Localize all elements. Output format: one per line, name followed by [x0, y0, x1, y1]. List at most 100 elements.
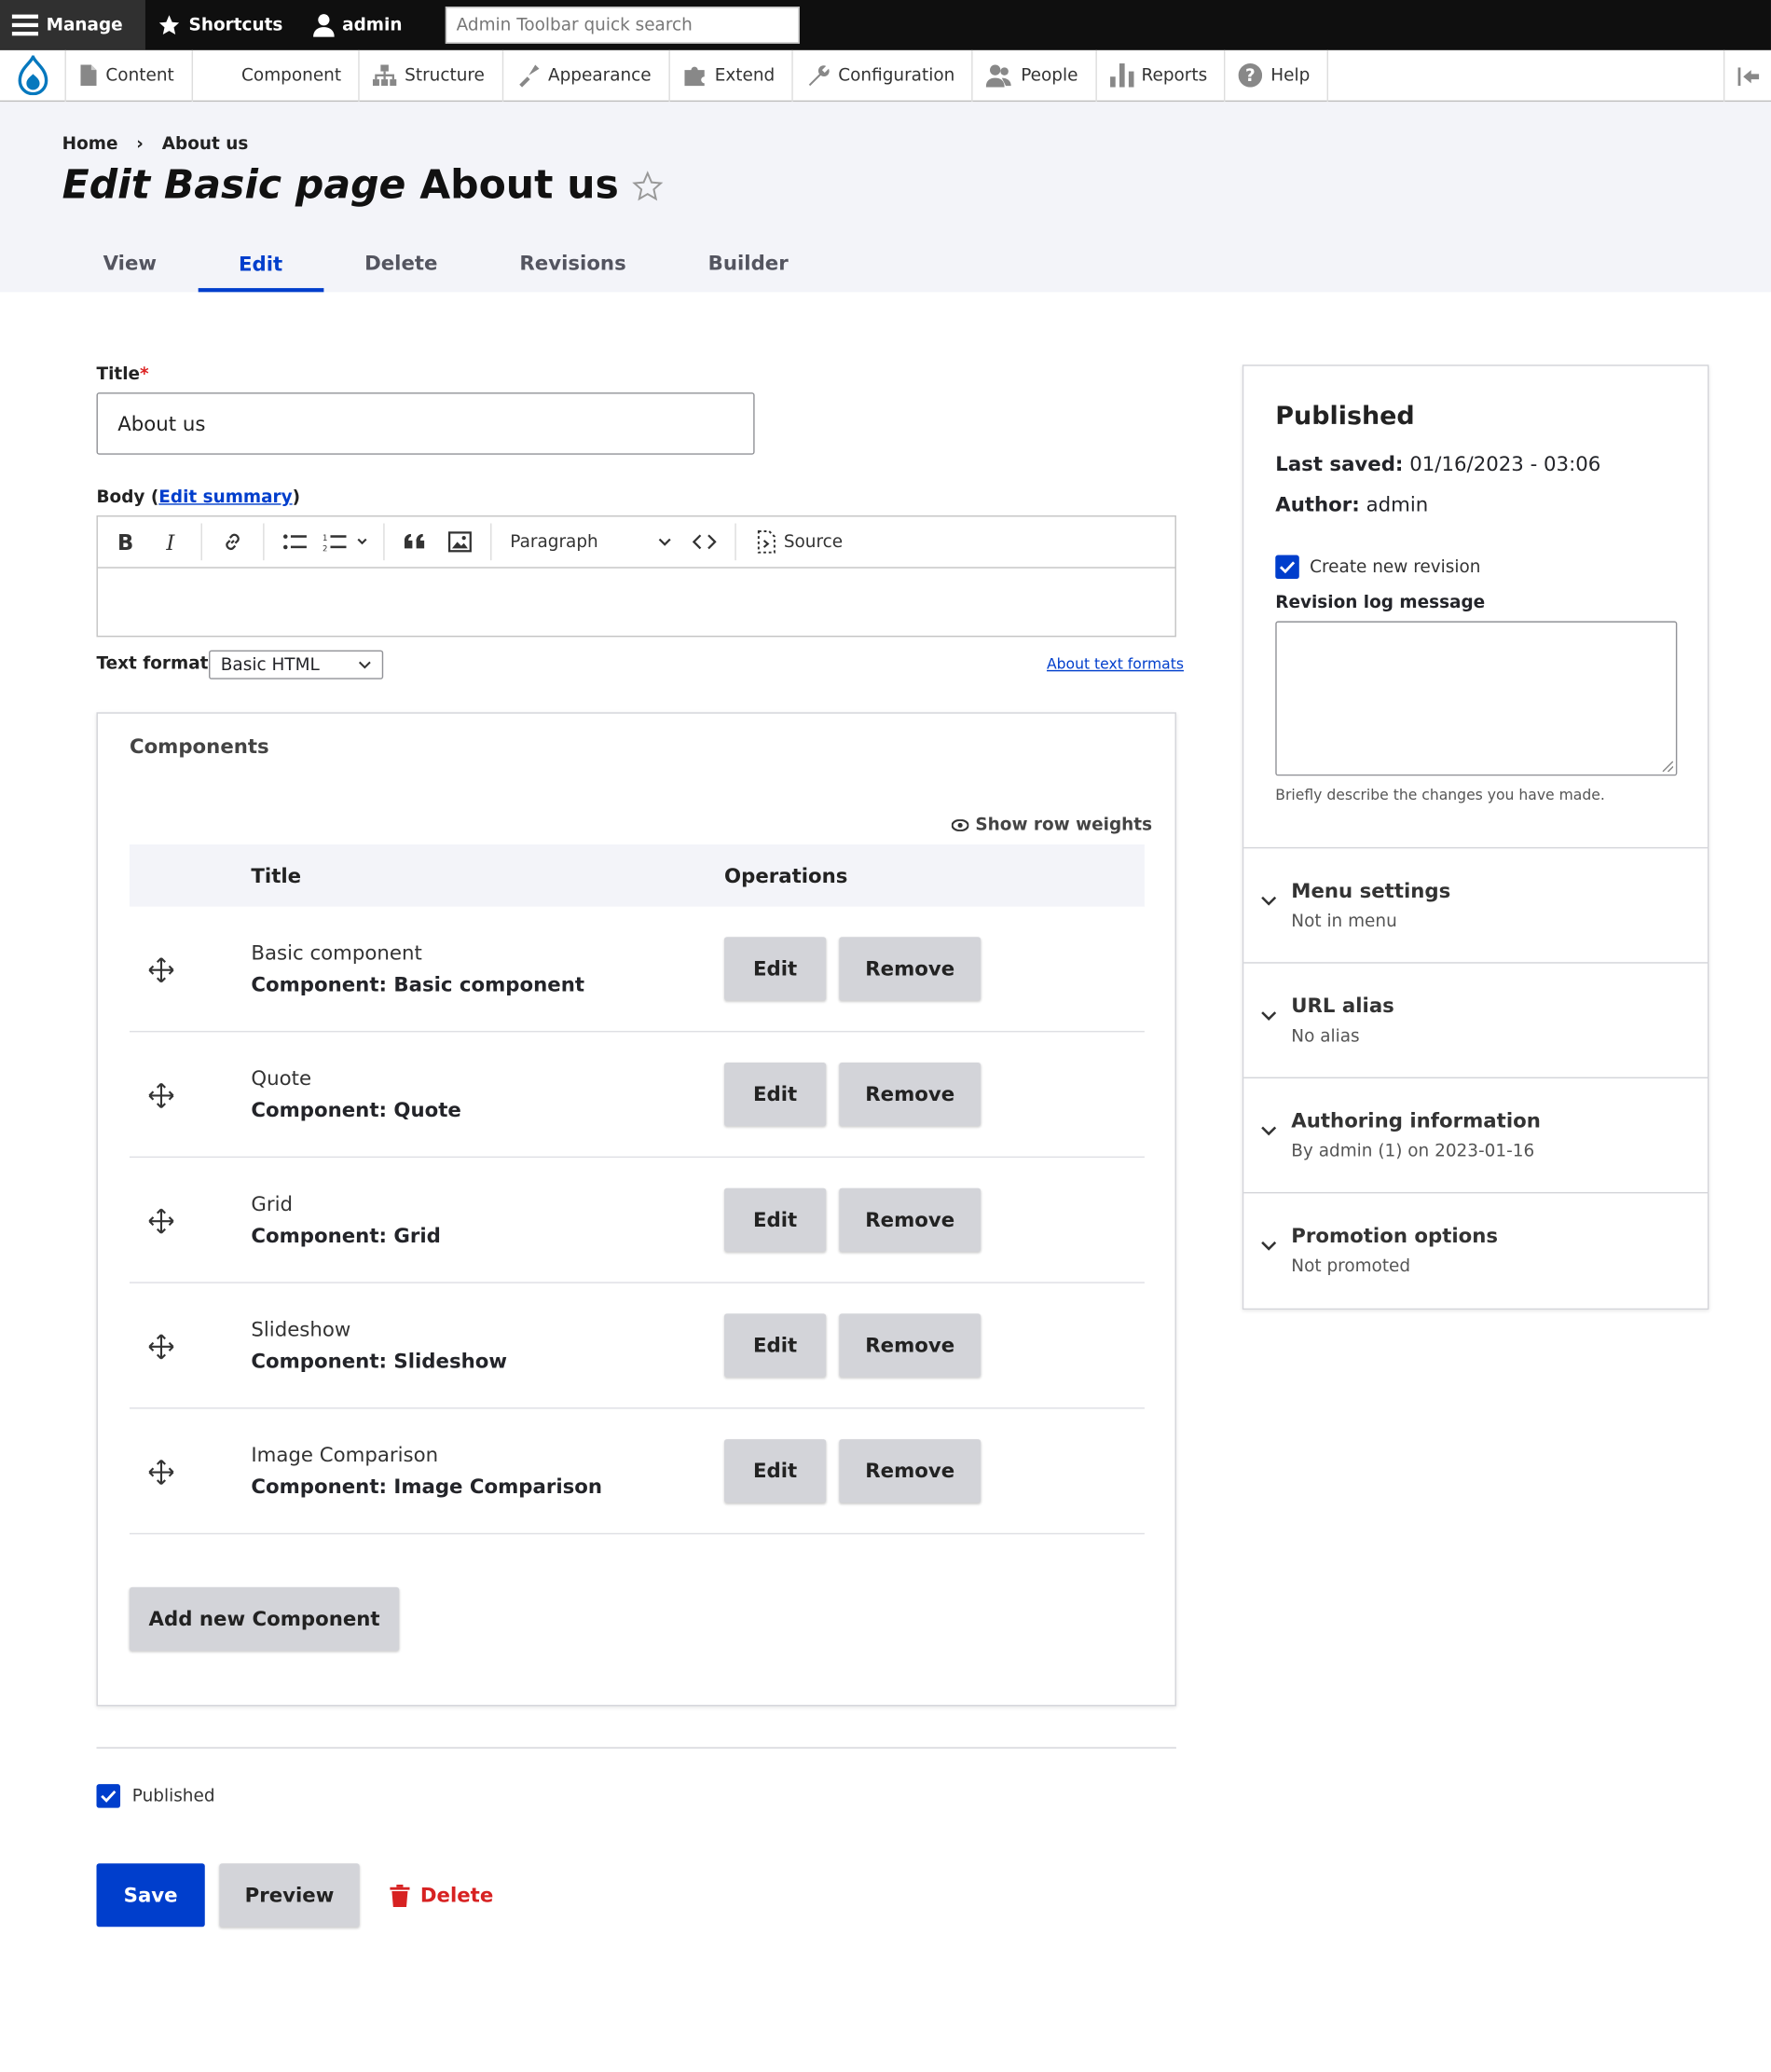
- create-revision-label: Create new revision: [1310, 557, 1481, 578]
- wrench-icon: [806, 63, 831, 88]
- tray-item-reports[interactable]: Reports: [1096, 49, 1227, 102]
- delete-link[interactable]: Delete: [390, 1883, 494, 1908]
- save-button[interactable]: Save: [96, 1863, 205, 1928]
- resize-handle-icon[interactable]: [1662, 761, 1674, 773]
- accordion-summary: By admin (1) on 2023-01-16: [1291, 1142, 1535, 1162]
- title-input[interactable]: About us: [96, 392, 755, 455]
- drupal-logo-icon[interactable]: [0, 49, 66, 102]
- edit-button[interactable]: Edit: [724, 1187, 827, 1252]
- toolbar-separator: [383, 523, 385, 561]
- link-icon[interactable]: [213, 523, 253, 560]
- about-text-formats-link[interactable]: About text formats: [1047, 655, 1184, 672]
- tab-builder[interactable]: Builder: [667, 237, 830, 290]
- tray-item-label: Content: [105, 65, 174, 86]
- edit-summary-link[interactable]: Edit summary: [158, 487, 292, 507]
- accordion-promotion-options[interactable]: Promotion options Not promoted: [1243, 1191, 1708, 1307]
- tray-item-people[interactable]: People: [973, 49, 1097, 102]
- remove-button[interactable]: Remove: [839, 1439, 982, 1503]
- accordion-menu-settings[interactable]: Menu settings Not in menu: [1243, 846, 1708, 962]
- italic-icon[interactable]: I: [151, 523, 191, 560]
- preview-button[interactable]: Preview: [219, 1863, 360, 1928]
- source-button[interactable]: Source: [747, 530, 851, 555]
- row-title: Slideshow: [251, 1317, 351, 1342]
- heading-dropdown-label: Paragraph: [510, 531, 598, 552]
- remove-button[interactable]: Remove: [839, 1187, 982, 1252]
- drag-handle-icon[interactable]: [148, 1459, 174, 1486]
- svg-text:1: 1: [323, 534, 327, 543]
- row-type: Component: Quote: [251, 1098, 461, 1122]
- edit-button[interactable]: Edit: [724, 1313, 827, 1378]
- tray-item-extend[interactable]: Extend: [669, 49, 794, 102]
- manage-button[interactable]: Manage: [0, 0, 145, 50]
- edit-button[interactable]: Edit: [724, 1062, 827, 1127]
- breadcrumb-current[interactable]: About us: [162, 135, 249, 155]
- tray-item-label: People: [1021, 65, 1078, 86]
- row-type: Component: Slideshow: [251, 1349, 508, 1374]
- blockquote-icon[interactable]: [395, 523, 435, 560]
- text-format-select[interactable]: Basic HTML: [209, 650, 384, 679]
- drag-handle-icon[interactable]: [148, 1082, 174, 1108]
- page-title: Edit Basic page About us: [62, 162, 664, 209]
- tab-delete[interactable]: Delete: [323, 237, 478, 290]
- bold-icon[interactable]: B: [105, 523, 145, 560]
- drag-handle-icon[interactable]: [148, 957, 174, 983]
- bulleted-list-icon[interactable]: [275, 523, 315, 560]
- accordion-authoring-information[interactable]: Authoring information By admin (1) on 20…: [1243, 1077, 1708, 1192]
- accordion-url-alias[interactable]: URL alias No alias: [1243, 962, 1708, 1077]
- accordion-title: URL alias: [1291, 994, 1394, 1018]
- admin-toolbar: Manage Shortcuts admin Admin Toolbar qui…: [0, 0, 1771, 50]
- shortcuts-button[interactable]: Shortcuts: [145, 0, 295, 50]
- tab-view[interactable]: View: [62, 237, 198, 290]
- tab-edit[interactable]: Edit: [198, 237, 324, 293]
- heading-dropdown[interactable]: Paragraph: [502, 532, 680, 552]
- image-icon[interactable]: [440, 523, 480, 560]
- drag-handle-icon[interactable]: [148, 1208, 174, 1234]
- user-button[interactable]: admin: [295, 0, 414, 50]
- remove-button[interactable]: Remove: [839, 1313, 982, 1378]
- meta-sidebar: Published Last saved: 01/16/2023 - 03:06…: [1242, 364, 1709, 1310]
- col-operations: Operations: [724, 864, 848, 888]
- collapse-tray-icon[interactable]: [1723, 49, 1771, 103]
- remove-button[interactable]: Remove: [839, 937, 982, 1001]
- svg-text:?: ?: [1246, 66, 1256, 86]
- table-row: Grid Component: Grid Edit Remove: [129, 1158, 1145, 1283]
- user-label: admin: [342, 15, 403, 35]
- chevron-down-icon: [1261, 1241, 1277, 1251]
- code-icon[interactable]: [684, 523, 724, 560]
- bar-chart-icon: [1109, 63, 1134, 88]
- tray-item-label: Configuration: [838, 65, 955, 86]
- breadcrumb-home[interactable]: Home: [62, 135, 118, 155]
- star-outline-icon[interactable]: [632, 170, 664, 201]
- published-checkbox[interactable]: [96, 1784, 121, 1808]
- admin-tray: Content Component Structure Appearance E…: [0, 49, 1771, 103]
- tray-item-label: Appearance: [547, 65, 652, 86]
- tray-item-content[interactable]: Content: [66, 49, 193, 102]
- tray-item-structure[interactable]: Structure: [360, 49, 503, 102]
- tray-item-help[interactable]: ? Help: [1226, 49, 1329, 102]
- svg-text:2: 2: [323, 544, 327, 551]
- tray-item-label: Reports: [1141, 65, 1208, 86]
- source-icon: [755, 530, 779, 555]
- tray-item-component[interactable]: Component: [193, 49, 360, 102]
- remove-button[interactable]: Remove: [839, 1062, 982, 1127]
- add-new-component-button[interactable]: Add new Component: [129, 1586, 400, 1651]
- quick-search-input[interactable]: Admin Toolbar quick search: [446, 7, 801, 44]
- create-revision-checkbox[interactable]: [1275, 555, 1299, 580]
- revision-log-textarea[interactable]: [1275, 621, 1678, 776]
- page-title-italic: Edit Basic page: [62, 162, 406, 210]
- show-row-weights-button[interactable]: Show row weights: [951, 816, 1152, 835]
- drag-handle-icon[interactable]: [148, 1334, 174, 1360]
- edit-button[interactable]: Edit: [724, 1439, 827, 1503]
- row-title: Quote: [251, 1066, 312, 1091]
- tray-item-appearance[interactable]: Appearance: [503, 49, 670, 102]
- toolbar-separator: [200, 523, 202, 561]
- edit-button[interactable]: Edit: [724, 937, 827, 1001]
- brush-icon: [516, 63, 541, 88]
- tray-item-configuration[interactable]: Configuration: [793, 49, 974, 102]
- accordion-summary: Not promoted: [1291, 1256, 1411, 1277]
- tab-revisions[interactable]: Revisions: [478, 237, 666, 290]
- numbered-list-icon[interactable]: 12: [320, 523, 373, 560]
- chevron-down-icon: [1261, 1011, 1277, 1022]
- body-editor[interactable]: B I 12 Paragraph Source: [96, 515, 1176, 638]
- delete-label: Delete: [419, 1883, 494, 1908]
